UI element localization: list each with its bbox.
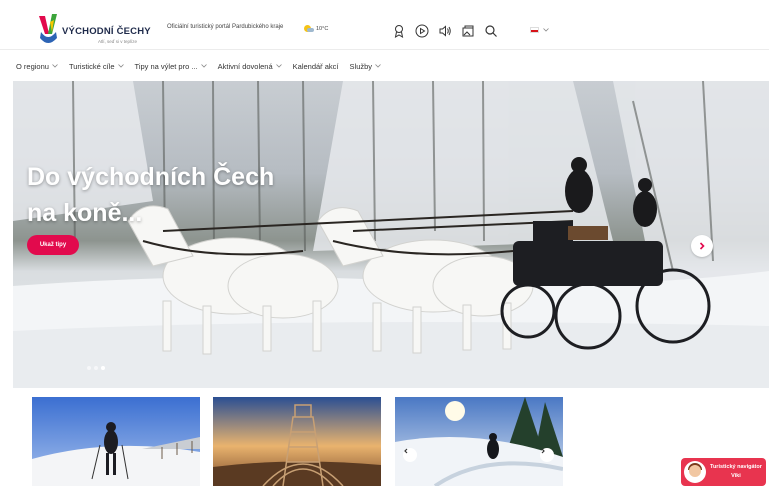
portal-description: Oficiální turistický portál Pardubického…: [167, 24, 284, 30]
nav-item-aktivni-dovolena[interactable]: Aktivní dovolená: [218, 62, 282, 71]
nav-item-label: Aktivní dovolená: [217, 61, 273, 71]
language-selector[interactable]: [530, 27, 549, 33]
logo-text: VÝCHODNÍ ČECHY: [62, 26, 151, 37]
nav-item-label: Tipy na výlet pro ...: [134, 61, 198, 71]
chevron-down-icon: [375, 64, 381, 68]
navigator-label: Turistický navigátor Viki: [710, 463, 762, 481]
nav-item-kalendar-akci[interactable]: Kalendář akcí: [293, 62, 339, 71]
logo-mark-icon: [39, 14, 57, 43]
hero-title: Do východních Čech na koně...: [27, 159, 274, 231]
hero-title-line-1: Do východních Čech: [27, 163, 275, 191]
card-next-button[interactable]: [540, 448, 554, 462]
nav-item-label: Kalendář akcí: [292, 61, 339, 71]
award-icon[interactable]: [392, 24, 406, 38]
card-prev-button[interactable]: [403, 448, 417, 462]
chevron-right-icon: [541, 448, 545, 454]
nav-item-tipy-na-vylet[interactable]: Tipy na výlet pro ...: [135, 62, 207, 71]
nav-item-turisticke-cile[interactable]: Turistické cíle: [69, 62, 124, 71]
card-image: [32, 397, 200, 486]
chevron-down-icon: [275, 64, 282, 68]
speaker-icon[interactable]: [438, 24, 452, 38]
tip-card-winter-hiker[interactable]: [32, 397, 200, 486]
slider-dots: [87, 366, 105, 370]
nav-item-label: Služby: [349, 61, 373, 71]
card-image: [213, 397, 381, 486]
logo-tagline: Atlí, seď si v teplíze: [98, 39, 138, 44]
hero-image: [13, 81, 769, 388]
navigator-label-line-1: Turistický navigátor: [710, 464, 762, 470]
show-tips-button[interactable]: Ukaž tipy: [27, 235, 79, 255]
hero-slider: Do východních Čech na koně... Ukaž tipy: [13, 81, 769, 388]
chevron-down-icon: [117, 64, 124, 68]
chevron-right-icon: [699, 242, 705, 250]
navigator-label-line-2: Viki: [731, 473, 741, 479]
site-header: VÝCHODNÍ ČECHY Atlí, seď si v teplíze Of…: [0, 0, 769, 50]
gallery-icon[interactable]: [461, 24, 475, 38]
search-icon[interactable]: [484, 24, 498, 38]
chevron-left-icon: [404, 448, 408, 454]
tourist-navigator-button[interactable]: Turistický navigátor Viki: [681, 458, 766, 486]
header-tools: [392, 24, 498, 38]
chevron-down-icon: [52, 64, 58, 68]
site-logo[interactable]: VÝCHODNÍ ČECHY Atlí, seď si v teplíze: [36, 12, 156, 46]
play-icon[interactable]: [415, 24, 429, 38]
weather-temperature: 10°C: [316, 25, 329, 32]
hero-next-button[interactable]: [691, 235, 713, 257]
card-image: [395, 397, 563, 486]
nav-item-label: Turistické cíle: [68, 61, 115, 71]
nav-item-o-regionu[interactable]: O regionu: [16, 62, 58, 71]
tip-card-sky-walk[interactable]: [213, 397, 381, 486]
slider-dot-active[interactable]: [101, 366, 105, 370]
weather-widget[interactable]: 10°C: [304, 25, 328, 32]
hero-title-line-2: na koně...: [27, 199, 143, 227]
tip-card-ski-slope[interactable]: [395, 397, 563, 486]
nav-item-sluzby[interactable]: Služby: [350, 62, 382, 71]
nav-item-label: O regionu: [16, 61, 49, 71]
avatar: [684, 461, 706, 483]
slider-dot[interactable]: [94, 366, 98, 370]
chevron-down-icon: [543, 28, 549, 32]
partly-sunny-icon: [304, 25, 314, 32]
chevron-down-icon: [200, 64, 207, 68]
czech-flag-icon: [530, 27, 539, 33]
main-navigation: O regionu Turistické cíle Tipy na výlet …: [0, 51, 769, 81]
slider-dot[interactable]: [87, 366, 91, 370]
